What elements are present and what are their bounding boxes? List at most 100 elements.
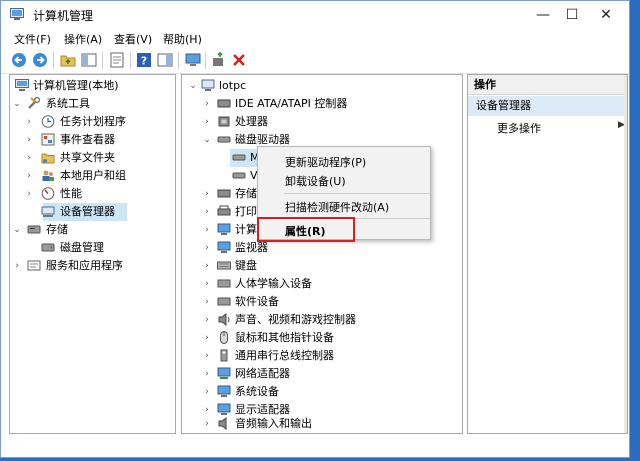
computer-icon [217,223,231,235]
system-device-icon [217,385,231,397]
back-arrow-icon[interactable] [11,52,27,68]
device-category-sound[interactable]: › 声音、视频和游戏控制器 [182,311,462,329]
title-bar: 计算机管理 — ☐ ✕ [1,1,629,29]
svg-text:?: ? [141,55,147,68]
chevron-right-icon[interactable]: › [202,239,212,257]
forward-arrow-icon[interactable] [32,52,48,68]
device-root-item[interactable]: ⌄ lotpc [182,77,462,95]
window-title: 计算机管理 [33,9,94,23]
update-driver-icon[interactable] [211,52,227,68]
device-label: 软件设备 [235,295,279,308]
users-icon [42,170,54,181]
chevron-right-icon[interactable]: › [202,415,212,433]
properties-sheet-icon[interactable] [109,52,125,68]
tree-item-task-scheduler[interactable]: › 任务计划程序 [10,113,175,131]
tree-item-performance[interactable]: › 性能 [10,185,175,203]
chevron-right-icon[interactable]: › [202,113,212,131]
update-driver-menu-item[interactable]: 更新驱动程序(P) [285,154,366,170]
chevron-right-icon[interactable]: › [202,365,212,383]
device-label: 存储 [235,187,257,200]
device-category-mouse[interactable]: › 鼠标和其他指针设备 [182,329,462,347]
device-category-keyboard[interactable]: › 键盘 [182,257,462,275]
tree-label: 共享文件夹 [60,151,115,164]
view-panel-icon[interactable] [157,52,173,68]
storage-controller-icon [217,189,231,198]
menu-separator [284,193,430,194]
device-label: 网络适配器 [235,367,290,380]
help-icon[interactable]: ? [136,52,152,68]
device-category-processor[interactable]: › 处理器 [182,113,462,131]
chevron-right-icon[interactable]: › [202,311,212,329]
chevron-right-icon[interactable]: › [202,275,212,293]
chevron-down-icon[interactable]: ⌄ [12,221,22,239]
chevron-right-icon[interactable]: › [202,383,212,401]
shared-folder-icon [41,153,55,164]
chevron-right-icon[interactable]: › [202,347,212,365]
device-label: 鼠标和其他指针设备 [235,331,334,344]
close-button[interactable]: ✕ [583,1,629,29]
tree-item-services[interactable]: › 服务和应用程序 [10,257,175,275]
tree-item-shared-folders[interactable]: › 共享文件夹 [10,149,175,167]
chevron-right-icon[interactable]: › [24,113,34,131]
menu-view[interactable]: 查看(V) [114,31,152,47]
tree-item-local-users[interactable]: › 本地用户和组 [10,167,175,185]
menu-file[interactable]: 文件(F) [14,31,51,47]
chevron-right-icon[interactable]: › [202,95,212,113]
navigation-tree-pane: 计算机管理(本地) ⌄ 系统工具 › 任务计划程序 › 事件查看器 › 共享文件… [9,74,176,434]
disk-drive-item[interactable]: V [230,167,260,185]
computer-management-icon [10,8,24,20]
device-label: 声音、视频和游戏控制器 [235,313,356,326]
chevron-right-icon[interactable]: › [202,221,212,239]
uninstall-device-menu-item[interactable]: 卸载设备(U) [285,173,346,189]
tree-item-system-tools[interactable]: ⌄ 系统工具 [10,95,175,113]
chevron-right-icon[interactable]: › [202,185,212,203]
chevron-right-icon[interactable]: › [202,293,212,311]
up-folder-icon[interactable] [60,52,76,68]
device-category-ide[interactable]: › IDE ATA/ATAPI 控制器 [182,95,462,113]
show-hide-tree-icon[interactable] [81,52,97,68]
usb-icon [220,349,228,362]
network-adapter-icon [217,367,231,379]
chevron-right-icon[interactable]: › [24,185,34,203]
tree-root-label: 计算机管理(本地) [33,79,119,92]
device-category-hid[interactable]: › 人体学输入设备 [182,275,462,293]
device-label: 键盘 [235,259,257,272]
ide-controller-icon [217,99,231,108]
disk-drive-icon [232,154,246,161]
toolbar-separator [130,52,131,69]
actions-device-manager-title[interactable]: 设备管理器 [468,96,627,116]
chevron-right-icon[interactable]: › [12,257,22,275]
device-category-network[interactable]: › 网络适配器 [182,365,462,383]
tree-root-item[interactable]: 计算机管理(本地) [10,77,175,95]
chevron-down-icon[interactable]: ⌄ [202,131,212,149]
computer-icon [15,79,29,91]
more-actions-link[interactable]: 更多操作 [497,120,541,136]
monitor-icon[interactable] [185,52,201,68]
device-category-audio-io[interactable]: › 音频输入和输出 [182,415,462,433]
chevron-down-icon[interactable]: ⌄ [188,77,198,95]
chevron-right-icon[interactable]: › [202,329,212,347]
menu-help[interactable]: 帮助(H) [163,31,202,47]
device-category-software[interactable]: › 软件设备 [182,293,462,311]
menu-action[interactable]: 操作(A) [64,31,102,47]
chevron-right-icon[interactable]: › [24,167,34,185]
tree-item-disk-management[interactable]: 磁盘管理 [10,239,175,257]
tree-item-storage[interactable]: ⌄ 存储 [10,221,175,239]
chevron-right-icon[interactable]: › [202,203,212,221]
hid-icon [217,279,231,288]
device-category-usb[interactable]: › 通用串行总线控制器 [182,347,462,365]
disk-drive-item-selected[interactable]: M [230,149,260,167]
clock-icon [41,115,55,128]
delete-x-icon[interactable] [231,52,247,68]
scroll-strip [624,75,627,433]
computer-icon [201,79,215,91]
chevron-down-icon[interactable]: ⌄ [12,95,22,113]
device-category-system[interactable]: › 系统设备 [182,383,462,401]
tree-item-device-manager[interactable]: 设备管理器 [41,203,127,221]
chevron-right-icon[interactable]: › [24,149,34,167]
chevron-right-icon[interactable]: › [24,131,34,149]
scan-hardware-menu-item[interactable]: 扫描检测硬件改动(A) [285,199,389,215]
chevron-right-icon[interactable]: › [202,257,212,275]
device-label: 系统设备 [235,385,279,398]
tree-item-event-viewer[interactable]: › 事件查看器 [10,131,175,149]
